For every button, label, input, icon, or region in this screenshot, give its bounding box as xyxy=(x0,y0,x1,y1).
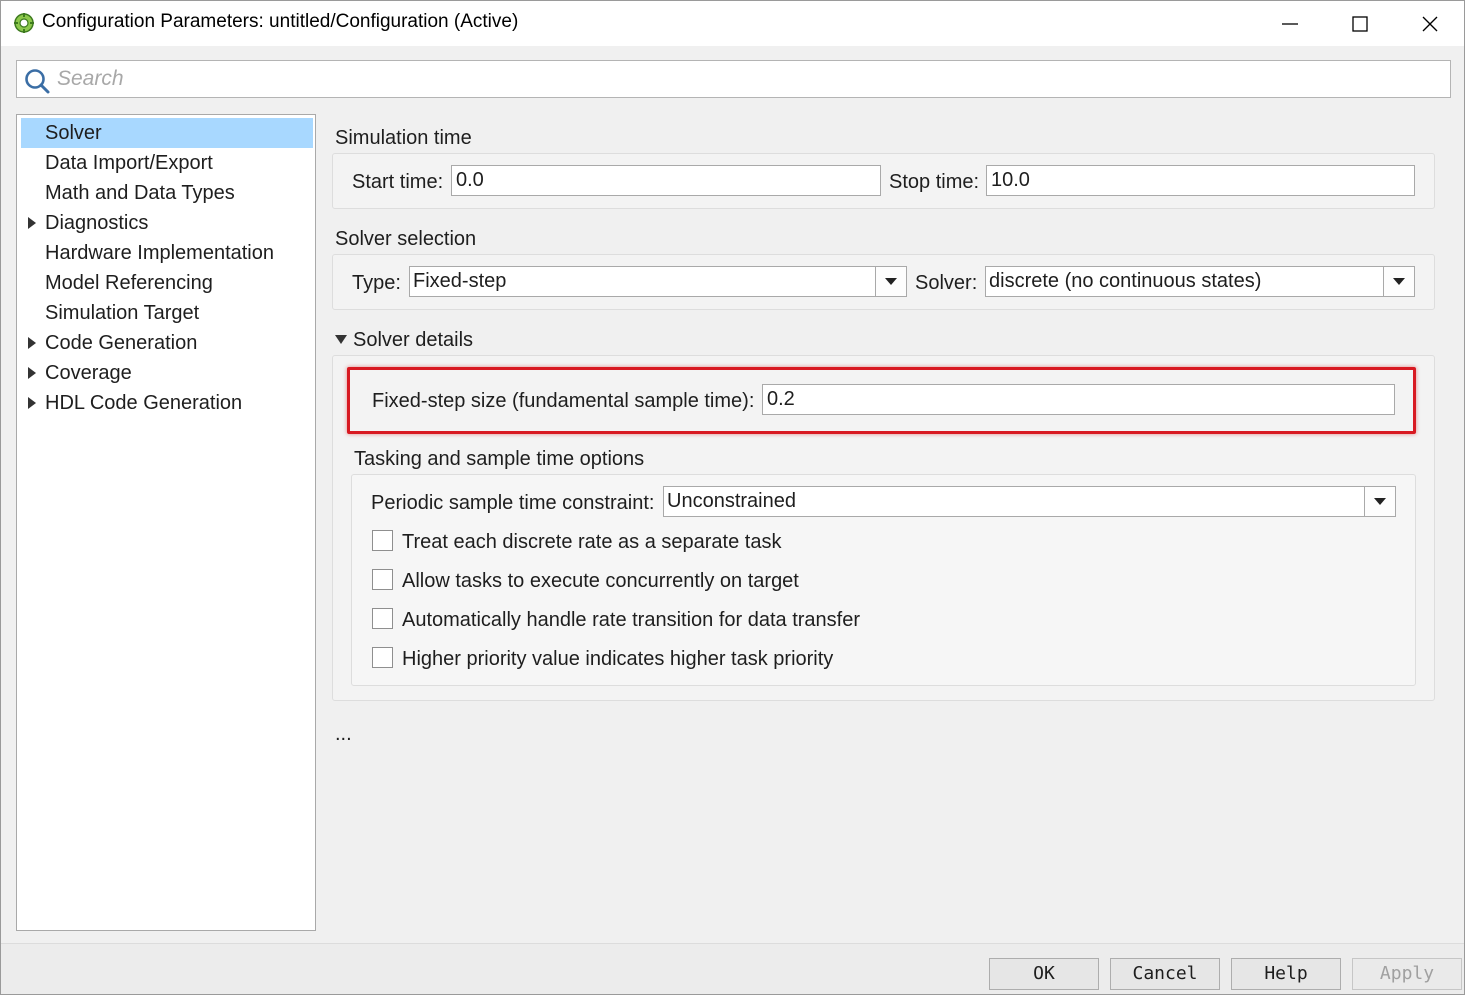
more-options-ellipsis[interactable]: ... xyxy=(335,723,352,746)
highlight-annotation-box xyxy=(347,367,1416,434)
concurrent-tasks-checkbox[interactable] xyxy=(372,569,393,590)
tree-item-hdl-code-generation[interactable]: HDL Code Generation xyxy=(21,388,313,418)
type-dropdown-value: Fixed-step xyxy=(413,270,507,292)
start-time-label: Start time: xyxy=(352,171,444,193)
tree-item-label: Simulation Target xyxy=(45,302,200,324)
separate-task-checkbox[interactable] xyxy=(372,530,393,551)
ok-button[interactable]: OK xyxy=(989,958,1099,990)
tree-item-label: HDL Code Generation xyxy=(45,392,243,414)
close-button[interactable] xyxy=(1395,1,1465,46)
apply-button[interactable]: Apply xyxy=(1352,958,1462,990)
expand-arrow-icon[interactable] xyxy=(27,397,37,409)
minimize-button[interactable] xyxy=(1255,1,1325,46)
chevron-down-icon xyxy=(1393,278,1405,285)
type-label: Type: xyxy=(352,272,401,294)
tree-item-label: Model Referencing xyxy=(45,272,213,294)
dropdown-button[interactable] xyxy=(1364,487,1395,516)
maximize-button[interactable] xyxy=(1325,1,1395,46)
chevron-down-icon xyxy=(885,278,897,285)
search-input[interactable] xyxy=(57,64,1437,94)
solver-details-heading: Solver details xyxy=(353,329,474,351)
tree-item-label: Data Import/Export xyxy=(45,152,213,174)
tree-item-math-and-data-types[interactable]: Math and Data Types xyxy=(21,178,313,208)
chevron-down-icon xyxy=(1374,498,1386,505)
help-button[interactable]: Help xyxy=(1231,958,1341,990)
solver-dropdown[interactable]: discrete (no continuous states) xyxy=(985,266,1415,297)
tree-item-model-referencing[interactable]: Model Referencing xyxy=(21,268,313,298)
dropdown-button[interactable] xyxy=(875,267,906,296)
close-icon xyxy=(1422,16,1438,32)
rate-transition-checkbox[interactable] xyxy=(372,608,393,629)
periodic-constraint-value: Unconstrained xyxy=(667,490,796,512)
search-icon xyxy=(25,69,50,94)
config-parameters-window: Configuration Parameters: untitled/Confi… xyxy=(0,0,1465,995)
cancel-button[interactable]: Cancel xyxy=(1110,958,1220,990)
priority-checkbox[interactable] xyxy=(372,647,393,668)
expand-arrow-icon[interactable] xyxy=(27,337,37,349)
category-tree: Solver Data Import/Export Math and Data … xyxy=(16,114,316,931)
tree-item-label: Coverage xyxy=(45,362,132,384)
separate-task-label[interactable]: Treat each discrete rate as a separate t… xyxy=(402,531,781,554)
solver-label: Solver: xyxy=(915,272,978,294)
simulink-app-icon xyxy=(14,13,34,33)
tree-item-label: Code Generation xyxy=(45,332,198,354)
tree-item-hardware-implementation[interactable]: Hardware Implementation xyxy=(21,238,313,268)
solver-dropdown-value: discrete (no continuous states) xyxy=(989,270,1262,292)
tree-item-coverage[interactable]: Coverage xyxy=(21,358,313,388)
tree-item-label: Diagnostics xyxy=(45,212,149,234)
dropdown-button[interactable] xyxy=(1383,267,1414,296)
simulation-time-heading: Simulation time xyxy=(335,127,472,149)
rate-transition-label[interactable]: Automatically handle rate transition for… xyxy=(402,609,860,632)
start-time-field[interactable] xyxy=(451,165,881,196)
concurrent-tasks-label[interactable]: Allow tasks to execute concurrently on t… xyxy=(402,570,799,593)
tree-item-solver[interactable]: Solver xyxy=(21,118,313,148)
tree-item-label: Solver xyxy=(45,122,102,144)
minimize-icon xyxy=(1282,23,1298,25)
search-box[interactable] xyxy=(16,60,1451,98)
window-title: Configuration Parameters: untitled/Confi… xyxy=(42,11,519,32)
solver-selection-heading: Solver selection xyxy=(335,228,477,250)
stop-time-field[interactable] xyxy=(986,165,1415,196)
stop-time-label: Stop time: xyxy=(889,171,980,193)
tree-item-code-generation[interactable]: Code Generation xyxy=(21,328,313,358)
tree-item-simulation-target[interactable]: Simulation Target xyxy=(21,298,313,328)
periodic-constraint-label: Periodic sample time constraint: xyxy=(371,492,655,514)
type-dropdown[interactable]: Fixed-step xyxy=(409,266,907,297)
periodic-constraint-dropdown[interactable]: Unconstrained xyxy=(663,486,1396,517)
tree-item-data-import-export[interactable]: Data Import/Export xyxy=(21,148,313,178)
tree-item-label: Math and Data Types xyxy=(45,182,235,204)
title-bar: Configuration Parameters: untitled/Confi… xyxy=(1,1,1464,46)
tasking-heading: Tasking and sample time options xyxy=(354,448,645,470)
maximize-icon xyxy=(1352,16,1368,32)
expand-arrow-icon[interactable] xyxy=(27,217,37,229)
tree-item-label: Hardware Implementation xyxy=(45,242,274,264)
tree-item-diagnostics[interactable]: Diagnostics xyxy=(21,208,313,238)
expand-arrow-icon[interactable] xyxy=(27,367,37,379)
priority-label[interactable]: Higher priority value indicates higher t… xyxy=(402,648,833,671)
collapse-arrow-icon[interactable] xyxy=(335,334,347,346)
